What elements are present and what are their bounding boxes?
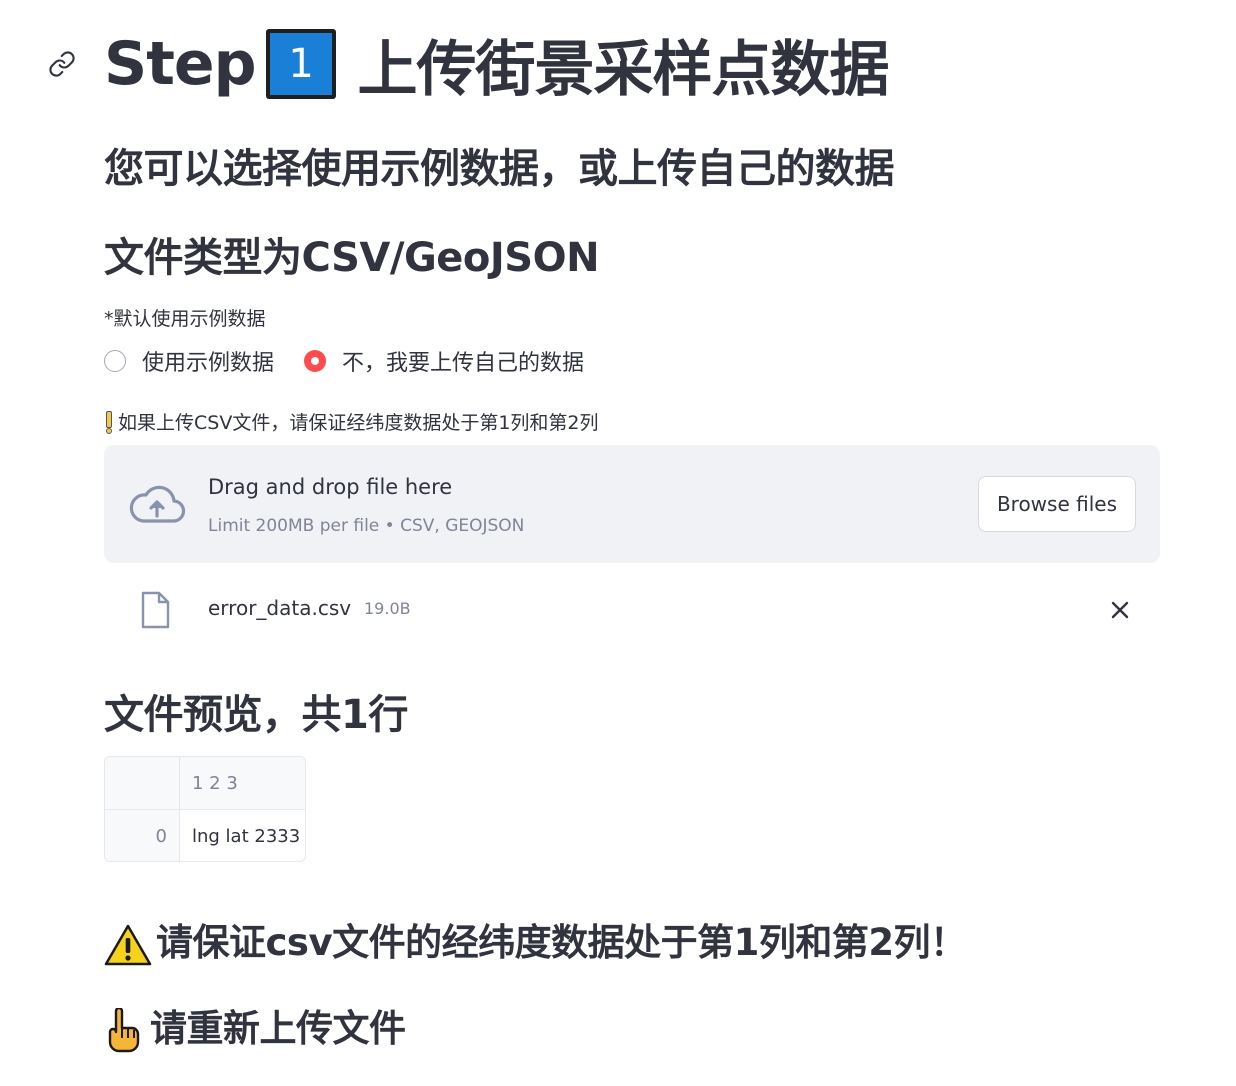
exclamation-icon <box>104 410 112 434</box>
keycap-one-icon: 1 <box>265 29 336 99</box>
table-cell[interactable]: lng lat 2333 <box>180 810 305 861</box>
page-title: Step 1 上传街景采样点数据 <box>104 24 890 105</box>
cloud-upload-icon <box>129 485 186 523</box>
pointing-up-icon <box>108 1007 140 1052</box>
dropzone-title: Drag and drop file here <box>208 475 453 499</box>
browse-files-button[interactable]: Browse files <box>977 476 1136 532</box>
dropzone-limit: Limit 200MB per file • CSV, GEOJSON <box>208 516 525 536</box>
radio-option-sample[interactable]: 使用示例数据 <box>104 345 274 377</box>
radio-option-upload[interactable]: 不，我要上传自己的数据 <box>304 345 584 377</box>
reupload-heading: 请重新上传文件 <box>104 998 406 1054</box>
radio-label: *默认使用示例数据 <box>104 308 266 330</box>
csv-notice: 如果上传CSV文件，请保证经纬度数据处于第1列和第2列 <box>104 408 599 435</box>
subtitle: 您可以选择使用示例数据，或上传自己的数据 <box>104 146 895 192</box>
preview-heading: 文件预览，共1行 <box>104 692 408 738</box>
radio-group: 使用示例数据 不，我要上传自己的数据 <box>104 342 614 380</box>
file-icon <box>141 591 170 629</box>
table-index-header <box>105 757 180 809</box>
step-word: Step <box>104 29 257 99</box>
radio-unchecked-icon[interactable] <box>104 350 126 372</box>
file-type-heading: 文件类型为CSV/GeoJSON <box>104 235 600 281</box>
title-text: 上传街景采样点数据 <box>357 34 890 105</box>
warning-text: 请保证csv文件的经纬度数据处于第1列和第2列！ <box>156 921 967 964</box>
radio-option-label: 不，我要上传自己的数据 <box>342 351 585 376</box>
table-row-index: 0 <box>105 810 180 861</box>
file-dropzone[interactable]: Drag and drop file here Limit 200MB per … <box>104 445 1160 563</box>
csv-notice-text: 如果上传CSV文件，请保证经纬度数据处于第1列和第2列 <box>118 412 599 434</box>
file-size: 19.0B <box>364 599 411 618</box>
step-number: 1 <box>269 33 332 95</box>
warning-icon <box>104 924 152 965</box>
reupload-text: 请重新上传文件 <box>150 1007 406 1050</box>
link-icon[interactable] <box>48 50 76 78</box>
radio-checked-icon[interactable] <box>304 350 327 372</box>
data-table[interactable]: 1 2 3 0 lng lat 2333 <box>104 756 306 862</box>
close-icon[interactable] <box>1110 600 1130 620</box>
file-name: error_data.csv <box>208 596 352 620</box>
warning-heading: 请保证csv文件的经纬度数据处于第1列和第2列！ <box>104 912 967 967</box>
radio-option-label: 使用示例数据 <box>142 351 275 376</box>
table-header-row: 1 2 3 <box>105 757 305 809</box>
table-column-header[interactable]: 1 2 3 <box>180 757 305 809</box>
uploaded-file: error_data.csv 19.0B <box>104 586 1160 632</box>
table-row: 0 lng lat 2333 <box>105 809 305 861</box>
